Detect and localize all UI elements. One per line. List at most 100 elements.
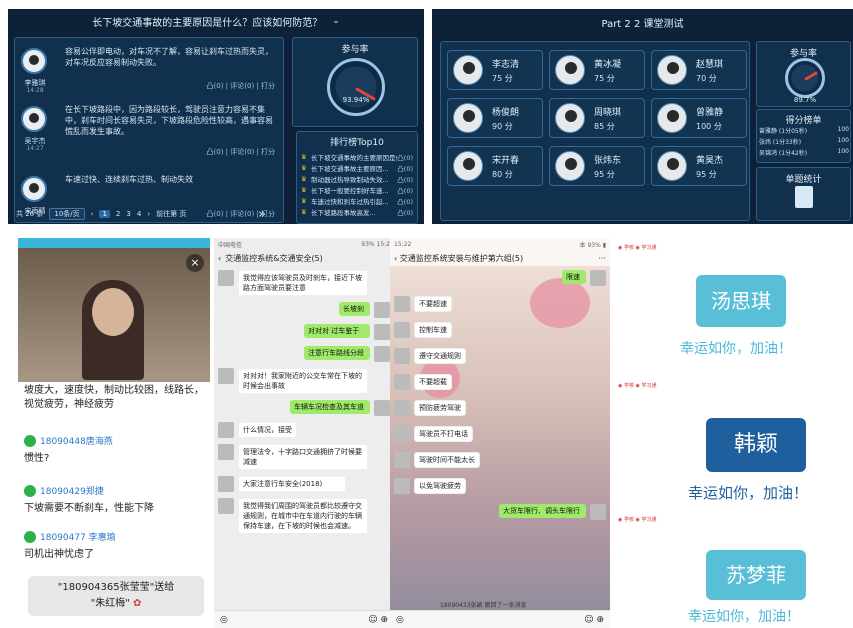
avatar[interactable] bbox=[218, 422, 234, 438]
ranking-item[interactable]: ♛ 车速过快和刹车过热引起... 凸(0) bbox=[297, 195, 417, 206]
emoji-icon[interactable]: ☺ ⊕ bbox=[368, 615, 388, 625]
avatar[interactable] bbox=[394, 322, 410, 338]
post-actions[interactable]: 凸(0) | 评论(0) | 打分 bbox=[207, 81, 275, 91]
student-card[interactable]: 张炜东 95 分 bbox=[549, 146, 645, 186]
avatar[interactable] bbox=[394, 478, 410, 494]
ranking-title: 排行榜Top10 bbox=[330, 138, 384, 148]
avatar[interactable] bbox=[394, 296, 410, 312]
post-item[interactable]: 吴宇杰 14:27 在长下坡路段中，因为路段较长，驾驶员注意力容易不集中，刹车时… bbox=[15, 100, 285, 160]
avatar[interactable] bbox=[218, 270, 234, 286]
avatar[interactable] bbox=[394, 452, 410, 468]
avatar[interactable] bbox=[590, 270, 606, 286]
chat-message: 驾驶时间不能太长 bbox=[414, 452, 480, 468]
avatar[interactable] bbox=[394, 426, 410, 442]
post-time: 14:27 bbox=[26, 145, 44, 152]
recall-notice: 18090433张颖 撤回了一条消息 bbox=[440, 602, 527, 609]
avatar bbox=[657, 55, 687, 85]
input-bar[interactable]: ◎ ☺ ⊕ bbox=[390, 610, 610, 628]
student-score: 95 分 bbox=[594, 170, 615, 179]
student-card[interactable]: 李志清 75 分 bbox=[447, 50, 543, 90]
student-card[interactable]: 杨俊朗 90 分 bbox=[447, 98, 543, 138]
page-2[interactable]: 2 bbox=[116, 210, 120, 218]
student-score: 85 分 bbox=[594, 122, 615, 131]
chevron-down-icon[interactable]: ⌄ bbox=[332, 16, 340, 26]
emoji-icon[interactable]: ☺ ⊕ bbox=[584, 615, 604, 625]
students-grid: 李志清 75 分 黄冰凝 75 分 赵慧琪 70 分杨俊朗 90 分 周晓琪 85 分 曾雅静 10… bbox=[440, 41, 750, 221]
avatar bbox=[21, 106, 47, 132]
avatar bbox=[453, 55, 483, 85]
gift-line-2: "朱红梅" ✿ bbox=[90, 598, 142, 609]
prev-page[interactable]: ‹ bbox=[91, 210, 94, 218]
student-card[interactable]: 赵慧琪 70 分 bbox=[651, 50, 747, 90]
chat-message: 我觉得应该驾驶员及时刹车，接近下坡路方面驾驶员要注意 bbox=[238, 270, 368, 296]
avatar[interactable] bbox=[374, 400, 390, 416]
avatar bbox=[21, 48, 47, 74]
student-card[interactable]: 黄昊杰 95 分 bbox=[651, 146, 747, 186]
student-card[interactable]: 黄冰凝 75 分 bbox=[549, 50, 645, 90]
avatar[interactable] bbox=[374, 324, 390, 340]
like-count: 凸(0) bbox=[397, 164, 413, 173]
post-actions[interactable]: 凸(0) | 评论(0) | 打分 bbox=[207, 147, 275, 157]
avatar[interactable] bbox=[590, 504, 606, 520]
avatar[interactable] bbox=[218, 444, 234, 460]
ranking-item[interactable]: ♛ 制动器过热导致制动失效... 凸(0) bbox=[297, 173, 417, 184]
voice-icon[interactable]: ◎ bbox=[220, 615, 228, 625]
ranking-item[interactable]: ♛ 长下坡路段事故高发... 凸(0) bbox=[297, 206, 417, 217]
avatar[interactable] bbox=[394, 400, 410, 416]
goto-page[interactable]: 前往第 页 bbox=[156, 209, 186, 219]
ranking-item[interactable]: ♛ 长下坡一般要控制好车速... 凸(0) bbox=[297, 184, 417, 195]
gift-line-1: "180904365张莹莹"送给 bbox=[57, 582, 175, 593]
post-item[interactable]: 李雅琪 14:28 容易公伴即电动，对车况不了解，容易让刹车过热而失灵，对车况反… bbox=[15, 42, 285, 94]
student-card[interactable]: 宋开春 80 分 bbox=[447, 146, 543, 186]
avatar[interactable] bbox=[218, 476, 234, 492]
discussion-header[interactable]: 长下坡交通事故的主要原因是什么？应该如何防范？ ⌄ bbox=[8, 9, 424, 33]
student-card[interactable]: 曾雅静 100 分 bbox=[651, 98, 747, 138]
comment-text: 坡度大，速度快，制动比较困，线路长，视觉疲劳，神经疲劳 bbox=[24, 385, 204, 410]
back-icon[interactable]: ‹ bbox=[218, 254, 221, 263]
comment-text: 下坡需要不断刹车，性能下降 bbox=[24, 503, 154, 514]
page-1[interactable]: 1 bbox=[99, 210, 110, 218]
avatar[interactable] bbox=[394, 348, 410, 364]
discussion-question: 长下坡交通事故的主要原因是什么？应该如何防范？ bbox=[92, 17, 323, 29]
student-name: 黄昊杰 bbox=[696, 156, 724, 166]
next-arrow[interactable]: » bbox=[258, 207, 266, 222]
student-name: 杨俊朗 bbox=[492, 108, 520, 118]
winner-name: 韩颖 bbox=[706, 418, 806, 472]
student-name: 黄冰凝 bbox=[594, 60, 622, 70]
close-icon[interactable]: × bbox=[186, 254, 204, 272]
page-3[interactable]: 3 bbox=[126, 210, 130, 218]
page-size-select[interactable]: 10条/页 bbox=[49, 208, 85, 220]
score-item: 曾雅静 (1分05秒) 100 bbox=[759, 126, 849, 137]
avatar[interactable] bbox=[394, 374, 410, 390]
avatar[interactable] bbox=[374, 302, 390, 318]
ranking-item[interactable]: ♛ 长下坡交通事故的主要原因是什么...凸(0) bbox=[297, 151, 417, 162]
student-score: 95 分 bbox=[696, 170, 717, 179]
avatar[interactable] bbox=[374, 346, 390, 362]
student-name: 李志清 bbox=[492, 60, 520, 70]
page-4[interactable]: 4 bbox=[137, 210, 141, 218]
more-icon[interactable]: ··· bbox=[598, 254, 606, 263]
single-stats-box[interactable]: 单题统计 bbox=[756, 167, 851, 221]
score-name: 张炜 (1分33秒) bbox=[759, 139, 802, 146]
comment-text: 司机出神忧虑了 bbox=[24, 549, 94, 560]
score-value: 100 bbox=[837, 126, 849, 133]
avatar[interactable] bbox=[218, 368, 234, 384]
score-item: 吴锦鸿 (1分42秒) 100 bbox=[759, 148, 849, 159]
student-card[interactable]: 周晓琪 85 分 bbox=[549, 98, 645, 138]
next-page[interactable]: › bbox=[147, 210, 150, 218]
chat-message: 限速 bbox=[562, 270, 586, 284]
ranking-item[interactable]: ♛ 长下坡交通事故主要原因... 凸(0) bbox=[297, 162, 417, 173]
posts-list: 李雅琪 14:28 容易公伴即电动，对车况不了解，容易让刹车过热而失灵，对车况反… bbox=[14, 37, 284, 223]
voice-icon[interactable]: ◎ bbox=[396, 615, 404, 625]
input-bar[interactable]: ◎ ☺ ⊕ bbox=[214, 610, 394, 628]
student-score: 90 分 bbox=[492, 122, 513, 131]
crown-icon: ♛ bbox=[301, 152, 307, 161]
status-bar: 中国电信 93% 15:2 bbox=[218, 240, 390, 249]
presenter-face bbox=[92, 288, 134, 336]
participation-value: 93.94% bbox=[342, 96, 370, 104]
ranking-text: 长下坡交通事故主要原因... bbox=[311, 164, 389, 173]
winner-wish: 幸运如你，加油！ bbox=[680, 341, 792, 357]
ranking-list: ♛长下坡交通事故的主要原因是什么...凸(0)♛ 长下坡交通事故主要原因... 凸(… bbox=[297, 151, 417, 217]
chat-message: 预防疲劳驾驶 bbox=[414, 400, 466, 416]
avatar[interactable] bbox=[218, 498, 234, 514]
